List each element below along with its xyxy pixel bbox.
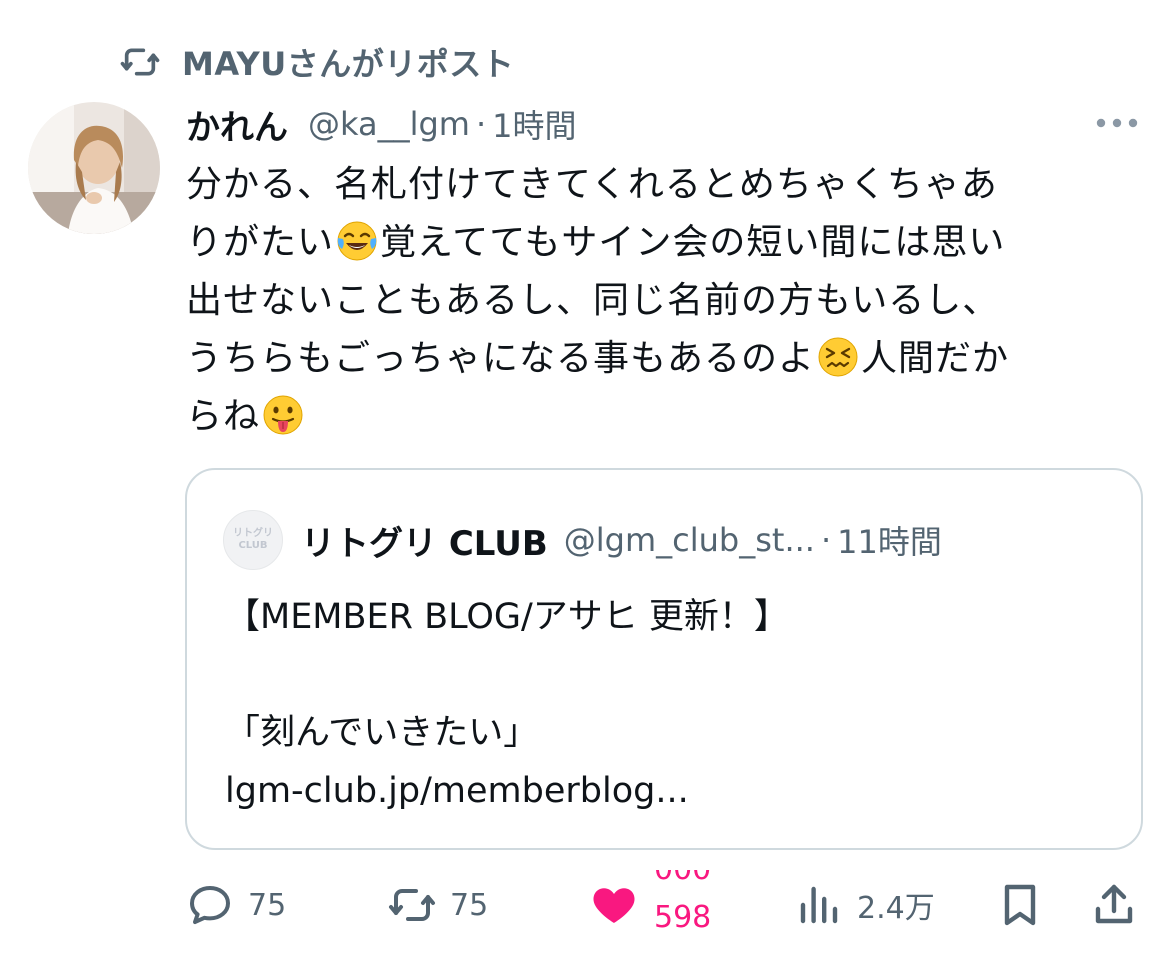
separator-dot: · <box>475 105 487 143</box>
view-count: 2.4万 <box>857 891 935 926</box>
tweet-line: 出せないこともあるし、同じ名前の方もいるし、 <box>186 280 1000 321</box>
views-button[interactable]: 2.4万 <box>795 870 935 940</box>
reply-button[interactable]: 75 <box>186 870 286 940</box>
quoted-tweet-header: リトグリ CLUB @lgm_club_st... · 11時間 <box>301 514 942 566</box>
heart-filled-icon <box>593 888 635 923</box>
like-count: 598 <box>654 900 712 935</box>
bookmark-icon <box>1004 884 1036 926</box>
tweet-line: 分かる、名札付けてきてくれるとめちゃくちゃあ <box>186 164 998 205</box>
face-with-tears-of-joy-emoji <box>337 221 377 261</box>
reply-icon <box>190 886 230 924</box>
repost-count: 75 <box>450 887 489 923</box>
tweet-line: りがたい 覚えててもサイン会の短い間には思い <box>186 221 1006 263</box>
tweet-timestamp[interactable]: 1時間 <box>492 101 576 147</box>
like-count-rolling: 000 598 <box>648 870 728 940</box>
repost-icon <box>389 889 435 921</box>
tweet-header: かれん @ka__lgm · 1時間 <box>186 98 577 150</box>
tweet-text: 分かる、名札付けてきてくれるとめちゃくちゃあ りがたい 覚えててもサイン会の短い… <box>186 156 1136 446</box>
quoted-author-name: リトグリ CLUB <box>301 523 548 564</box>
quoted-tweet-text: 【MEMBER BLOG/アサヒ 更新！】 「刻んでいきたい」 lgm-club… <box>225 597 789 811</box>
repost-icon <box>120 48 160 76</box>
like-button[interactable]: 000 598 <box>590 870 728 940</box>
quoted-avatar-logo: リトグリ CLUB <box>233 528 273 551</box>
share-button[interactable] <box>1090 870 1138 940</box>
quoted-author-handle: @lgm_club_st... <box>563 521 815 559</box>
like-count-outgoing: 000 <box>654 870 711 887</box>
author-handle[interactable]: @ka__lgm <box>308 105 470 143</box>
author-avatar-image <box>28 102 160 234</box>
reply-count: 75 <box>248 887 287 923</box>
confounded-face-emoji <box>818 337 858 377</box>
repost-button[interactable]: 75 <box>388 870 488 940</box>
author-avatar[interactable] <box>28 102 160 234</box>
reposted-by-label: MAYUさんがリポスト <box>182 45 515 83</box>
reposted-by-row[interactable]: MAYUさんがリポスト <box>120 40 514 84</box>
more-options-icon[interactable] <box>1092 110 1142 136</box>
quoted-tweet-timestamp: 11時間 <box>837 523 942 561</box>
tweet-action-bar: 75 75 000 598 2.4万 <box>0 870 1170 940</box>
tweet-line: らね <box>186 388 1136 446</box>
share-icon <box>1095 884 1133 924</box>
quoted-tweet-card[interactable]: リトグリ CLUB リトグリ CLUB @lgm_club_st... · 11… <box>185 468 1143 850</box>
analytics-bars-icon <box>800 886 838 924</box>
separator-dot: · <box>820 521 832 559</box>
face-with-tongue-emoji <box>263 395 303 435</box>
bookmark-button[interactable] <box>996 870 1044 940</box>
tweet-line: うちらもごっちゃになる事もあるのよ 人間だか <box>186 337 1010 379</box>
quoted-author-avatar[interactable]: リトグリ CLUB <box>223 510 283 570</box>
author-name[interactable]: かれん <box>186 100 288 149</box>
